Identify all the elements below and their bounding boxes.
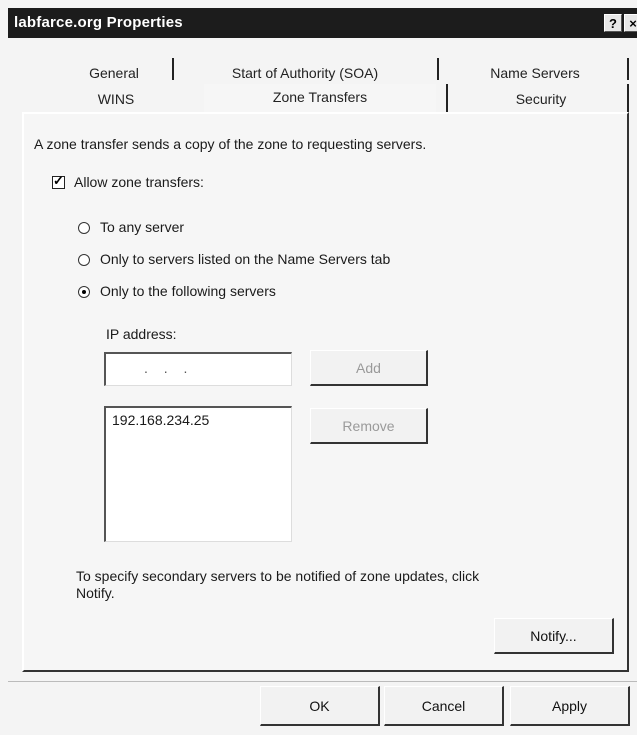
notify-instructions-line2: Notify. bbox=[76, 585, 115, 601]
add-button[interactable]: Add bbox=[310, 350, 428, 386]
radio-following-servers[interactable] bbox=[78, 286, 90, 298]
close-button[interactable]: × bbox=[624, 14, 637, 32]
radio-label-following-servers[interactable]: Only to the following servers bbox=[100, 283, 276, 299]
title-bar[interactable]: labfarce.org Properties ? × bbox=[8, 8, 637, 38]
radio-name-servers-tab[interactable] bbox=[78, 254, 90, 266]
allow-zone-transfers-label[interactable]: Allow zone transfers: bbox=[74, 174, 204, 190]
server-list-item[interactable]: 192.168.234.25 bbox=[112, 412, 209, 428]
checkmark-icon: ✓ bbox=[53, 173, 64, 188]
tab-start-of-authority[interactable]: Start of Authority (SOA) bbox=[200, 60, 410, 86]
ip-address-input[interactable]: . . . bbox=[104, 352, 292, 386]
ip-address-input-value: . . . bbox=[144, 360, 194, 376]
notify-instructions-line1: To specify secondary servers to be notif… bbox=[76, 568, 480, 584]
zone-transfer-description: A zone transfer sends a copy of the zone… bbox=[34, 136, 427, 152]
ok-button[interactable]: OK bbox=[260, 686, 380, 726]
tab-divider bbox=[446, 84, 448, 112]
window-title: labfarce.org Properties bbox=[14, 14, 183, 31]
server-list[interactable]: 192.168.234.25 bbox=[104, 406, 292, 542]
cancel-button[interactable]: Cancel bbox=[384, 686, 504, 726]
help-button[interactable]: ? bbox=[604, 14, 622, 32]
radio-to-any-server[interactable] bbox=[78, 222, 90, 234]
tab-security[interactable]: Security bbox=[456, 86, 626, 112]
tab-name-servers[interactable]: Name Servers bbox=[460, 60, 610, 86]
radio-label-name-servers-tab[interactable]: Only to servers listed on the Name Serve… bbox=[100, 251, 390, 267]
ip-address-label: IP address: bbox=[106, 326, 177, 342]
remove-button[interactable]: Remove bbox=[310, 408, 428, 444]
properties-dialog: labfarce.org Properties ? × General Star… bbox=[0, 0, 637, 735]
radio-selected-dot bbox=[82, 290, 86, 294]
tab-zone-transfers[interactable]: Zone Transfers bbox=[204, 84, 436, 112]
allow-zone-transfers-checkbox[interactable]: ✓ bbox=[52, 173, 65, 189]
footer-divider bbox=[8, 681, 637, 682]
radio-label-to-any-server[interactable]: To any server bbox=[100, 219, 184, 235]
tab-wins[interactable]: WINS bbox=[36, 86, 196, 112]
tab-divider bbox=[627, 84, 629, 112]
tab-divider bbox=[627, 58, 629, 80]
tab-general[interactable]: General bbox=[60, 60, 168, 86]
tab-divider bbox=[437, 58, 439, 80]
notify-button[interactable]: Notify... bbox=[494, 618, 614, 654]
tab-divider bbox=[172, 58, 174, 80]
apply-button[interactable]: Apply bbox=[510, 686, 630, 726]
